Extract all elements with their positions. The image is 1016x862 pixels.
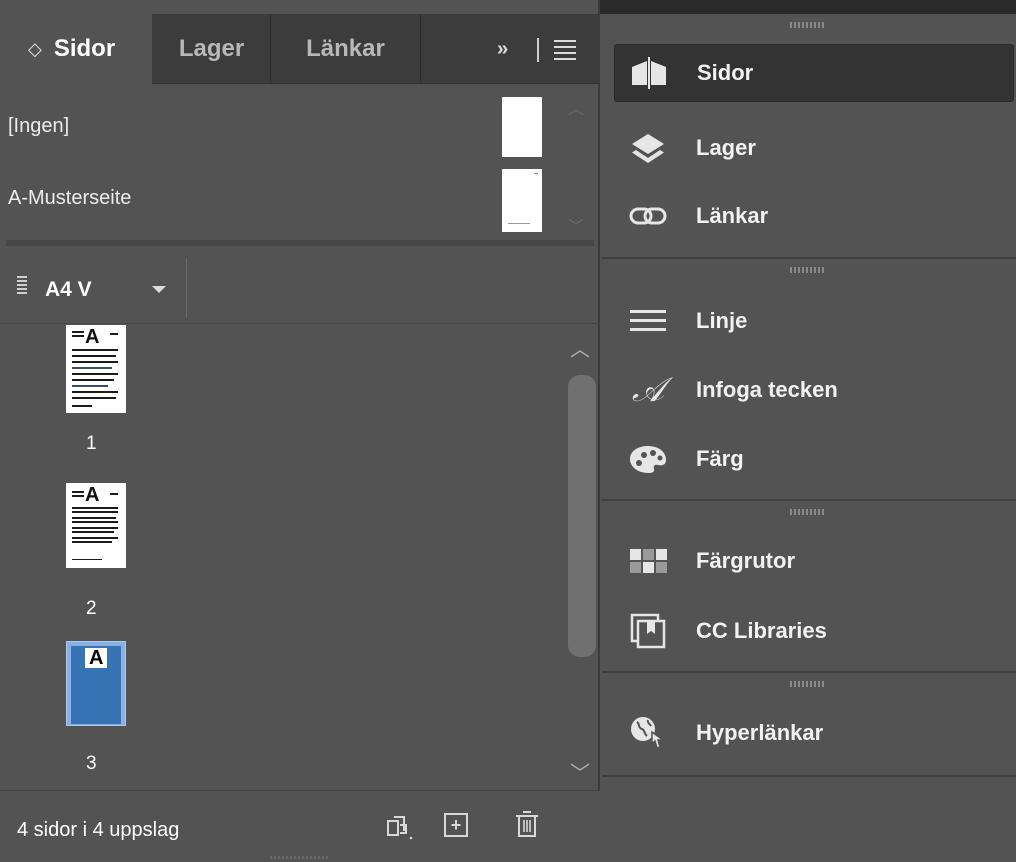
tab-lankar[interactable]: Länkar — [271, 14, 421, 84]
scrollbar-thumb[interactable] — [568, 375, 596, 657]
dock-item-label: CC Libraries — [696, 618, 827, 643]
dock-item-label: Länkar — [696, 203, 769, 228]
master-none-label[interactable]: [Ingen] — [8, 115, 69, 138]
toolbar-separator — [186, 258, 187, 318]
dock-group-4: Hyperlänkar — [602, 673, 1016, 777]
panel-menu-icon[interactable] — [554, 40, 576, 60]
more-tabs-icon[interactable]: ›› — [497, 38, 508, 61]
masters-scroll-up-icon[interactable]: ︿ — [568, 95, 584, 119]
dock-item-label: Lager — [696, 135, 756, 160]
page-size-label[interactable]: A4 V — [45, 278, 92, 302]
pages-scrollbar[interactable]: ︿ ﹀ — [566, 325, 596, 790]
collapsed-panel-dock: Sidor Lager Länkar Linje 𝒜 Infoga tecken… — [602, 14, 1016, 862]
link-icon — [626, 194, 670, 238]
dock-item-linje[interactable]: Linje — [614, 293, 1014, 349]
dock-item-hyperlankar[interactable]: Hyperlänkar — [614, 705, 1014, 761]
page-count-status: 4 sidor i 4 uppslag — [17, 819, 180, 841]
stroke-icon — [626, 299, 670, 343]
hyperlinks-icon — [626, 711, 670, 755]
resize-grip[interactable] — [270, 856, 330, 859]
list-menu-icon[interactable] — [17, 276, 27, 296]
pages-list: A 1 A 2 A 3 — [0, 325, 600, 790]
page-item[interactable]: A 2 — [66, 483, 126, 619]
chevron-down-icon[interactable] — [152, 286, 166, 293]
dock-item-label: Sidor — [697, 60, 754, 85]
pages-panel: ◇ Sidor Lager Länkar ›› [Ingen] A-Muster… — [0, 0, 600, 862]
dock-item-farg[interactable]: Färg — [614, 431, 1014, 487]
dock-item-fargrutor[interactable]: Färgrutor — [614, 533, 1014, 589]
tabbar-separator — [537, 38, 539, 62]
tab-lager[interactable]: Lager — [153, 14, 271, 84]
dock-group-grip[interactable] — [790, 267, 826, 273]
glyphs-icon: 𝒜 — [631, 370, 665, 410]
masters-section: [Ingen] A-Musterseite ︿ ﹀ — [0, 85, 600, 240]
panel-tabbar: ◇ Sidor Lager Länkar ›› — [0, 14, 600, 84]
page-thumbnail-selected[interactable]: A — [66, 641, 126, 726]
page-master-prefix: A — [85, 648, 108, 668]
master-a-thumbnail[interactable] — [502, 169, 542, 232]
tab-lankar-label: Länkar — [306, 35, 385, 62]
dock-group-1: Sidor Lager Länkar — [602, 14, 1016, 259]
page-master-prefix: A — [85, 484, 100, 506]
panel-footer: 4 sidor i 4 uppslag + — [0, 790, 600, 862]
swatches-icon — [626, 539, 670, 583]
tab-sidor-label: Sidor — [53, 35, 116, 62]
scroll-down-icon[interactable]: ﹀ — [570, 757, 590, 786]
page-size-toolbar: A4 V — [0, 246, 600, 324]
pages-icon — [627, 51, 671, 95]
masters-scroll-down-icon[interactable]: ﹀ — [568, 213, 584, 237]
page-number: 1 — [86, 433, 97, 454]
scroll-up-icon[interactable]: ︿ — [570, 333, 590, 362]
dock-item-label: Infoga tecken — [696, 377, 838, 402]
dock-item-sidor[interactable]: Sidor — [614, 44, 1014, 102]
master-none-thumbnail[interactable] — [502, 97, 542, 157]
page-master-prefix: A — [85, 326, 100, 348]
trash-icon[interactable] — [514, 809, 540, 839]
page-item[interactable]: A 1 — [66, 325, 126, 454]
dock-item-infoga-tecken[interactable]: 𝒜 Infoga tecken — [614, 362, 1014, 418]
page-thumbnail[interactable]: A — [66, 325, 126, 413]
dock-group-grip[interactable] — [790, 681, 826, 687]
dock-group-2: Linje 𝒜 Infoga tecken Färg — [602, 259, 1016, 501]
page-number: 3 — [86, 753, 97, 774]
tab-lager-label: Lager — [178, 35, 245, 62]
dock-group-3: Färgrutor CC Libraries — [602, 501, 1016, 673]
dock-group-grip[interactable] — [790, 22, 826, 28]
cc-libraries-icon — [626, 609, 670, 653]
dock-item-label: Hyperlänkar — [696, 720, 824, 745]
dock-item-lager[interactable]: Lager — [614, 120, 1014, 176]
dock-item-cc-libraries[interactable]: CC Libraries — [614, 603, 1014, 659]
collapse-chevron-icon[interactable]: ◇ — [28, 39, 42, 60]
layers-icon — [626, 126, 670, 170]
page-thumbnail[interactable]: A — [66, 483, 126, 568]
dock-item-label: Färgrutor — [696, 548, 795, 573]
color-palette-icon — [626, 437, 670, 481]
dock-item-label: Färg — [696, 446, 744, 471]
dock-group-grip[interactable] — [790, 509, 826, 515]
page-item-selected[interactable]: A 3 — [66, 641, 126, 774]
dock-item-label: Linje — [696, 308, 748, 333]
page-number: 2 — [86, 598, 97, 619]
new-page-icon[interactable]: + — [444, 813, 468, 837]
master-a-label[interactable]: A-Musterseite — [8, 187, 131, 210]
dock-item-lankar[interactable]: Länkar — [614, 188, 1014, 244]
edit-page-size-icon[interactable] — [384, 811, 414, 841]
tab-sidor[interactable]: ◇ Sidor — [0, 14, 152, 84]
